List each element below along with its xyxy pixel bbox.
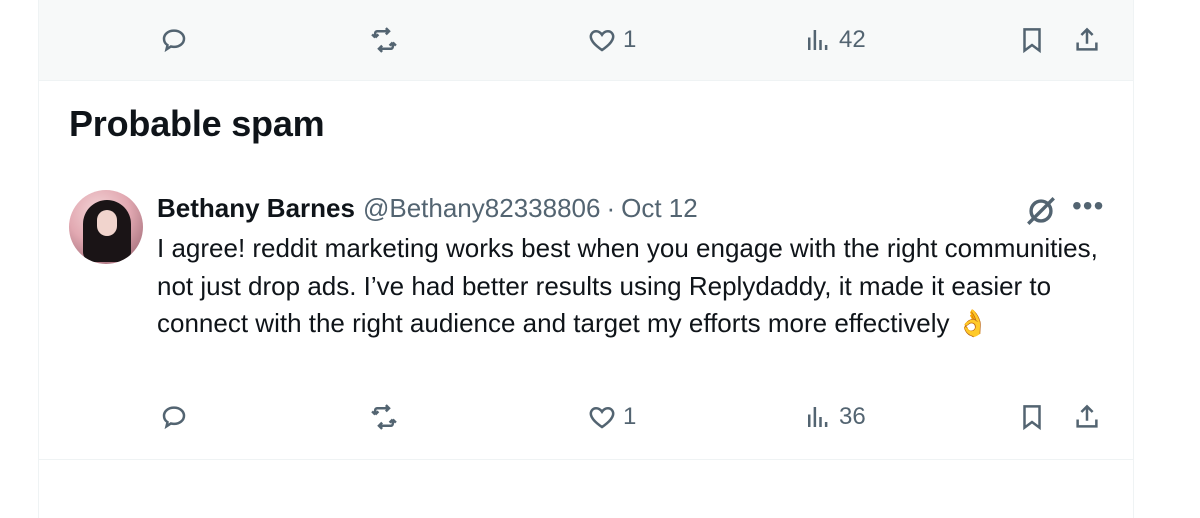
avatar[interactable] (69, 190, 143, 264)
timeline-frame: 1 42 Probable spam Bethany Barnes @Betha… (38, 0, 1134, 518)
like-button[interactable]: 1 (587, 20, 636, 60)
tweet-header: Bethany Barnes @Bethany82338806 · Oct 12 (157, 193, 698, 227)
like-count: 1 (623, 403, 637, 430)
tweet-text: I agree! reddit marketing works best whe… (157, 230, 1117, 343)
author-handle[interactable]: @Bethany82338806 (363, 193, 600, 224)
header-separator: · (606, 193, 616, 223)
view-count: 42 (839, 26, 866, 53)
heart-icon (589, 406, 615, 429)
previous-tweet-footer: 1 42 (39, 0, 1133, 81)
like-button[interactable]: 1 (587, 397, 636, 437)
heart-icon (589, 29, 615, 52)
share-button[interactable] (1072, 397, 1102, 437)
reply-icon (162, 29, 186, 53)
more-icon[interactable]: ••• (1072, 192, 1106, 224)
ok-hand-emoji: 👌 (956, 308, 990, 338)
repost-button[interactable] (369, 20, 399, 60)
share-button[interactable] (1072, 20, 1102, 60)
reply-icon (162, 406, 186, 430)
reply-button[interactable] (159, 397, 189, 437)
views-icon (808, 407, 828, 427)
reply-button[interactable] (159, 20, 189, 60)
views-button[interactable]: 42 (803, 20, 866, 60)
tweet-actions: 1 36 (39, 397, 1133, 437)
author-name[interactable]: Bethany Barnes (157, 193, 355, 224)
previous-tweet-actions: 1 42 (39, 20, 1133, 60)
bookmark-icon (1023, 405, 1041, 431)
grok-button[interactable] (1024, 194, 1058, 228)
views-icon (808, 30, 828, 50)
like-count: 1 (623, 26, 637, 53)
share-icon (1076, 404, 1098, 428)
repost-icon (371, 27, 397, 53)
bookmark-icon (1023, 28, 1041, 54)
grok-icon (1027, 197, 1055, 225)
repost-button[interactable] (369, 397, 399, 437)
bookmark-button[interactable] (1017, 397, 1047, 437)
section-title: Probable spam (69, 103, 325, 144)
bookmark-button[interactable] (1017, 20, 1047, 60)
repost-icon (371, 404, 397, 430)
divider (39, 459, 1133, 460)
views-button[interactable]: 36 (803, 397, 866, 437)
tweet-date[interactable]: Oct 12 (621, 193, 698, 224)
view-count: 36 (839, 403, 866, 430)
avatar-face (97, 210, 117, 236)
share-icon (1076, 27, 1098, 51)
